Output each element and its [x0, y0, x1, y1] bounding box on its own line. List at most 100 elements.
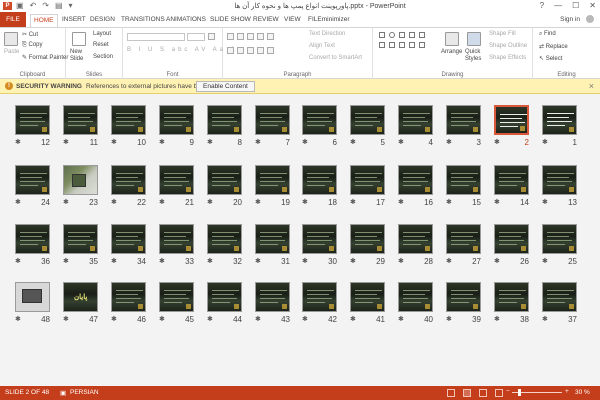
slideshow-view-icon[interactable]: [495, 389, 503, 397]
section-button[interactable]: Section: [93, 54, 113, 60]
slide-preview[interactable]: [207, 282, 242, 312]
slide-preview[interactable]: [398, 165, 433, 195]
slide-preview[interactable]: [207, 165, 242, 195]
slide-thumbnail-43[interactable]: ✱ 43: [255, 282, 290, 324]
transition-star-icon[interactable]: ✱: [159, 138, 165, 146]
maximize-button[interactable]: ☐: [572, 1, 579, 10]
slide-preview[interactable]: [542, 165, 577, 195]
new-slide-icon[interactable]: [72, 32, 86, 46]
transition-star-icon[interactable]: ✱: [159, 198, 165, 206]
align-text-button[interactable]: Align Text: [309, 43, 335, 49]
slide-preview[interactable]: [542, 282, 577, 312]
slide-thumbnail-2[interactable]: ✱ 2: [494, 105, 529, 147]
transition-star-icon[interactable]: ✱: [446, 315, 452, 323]
slide-preview[interactable]: [398, 282, 433, 312]
slide-thumbnail-21[interactable]: ✱ 21: [159, 165, 194, 207]
transition-star-icon[interactable]: ✱: [159, 315, 165, 323]
slide-preview[interactable]: [302, 224, 337, 254]
slide-preview[interactable]: [63, 165, 98, 195]
zoom-level[interactable]: 30 %: [575, 389, 590, 396]
transition-star-icon[interactable]: ✱: [159, 257, 165, 265]
slide-thumbnail-12[interactable]: ✱ 12: [15, 105, 50, 147]
convert-smartart-button[interactable]: Convert to SmartArt: [309, 55, 362, 61]
save-icon[interactable]: ▣: [16, 1, 24, 10]
grow-font-icon[interactable]: [208, 33, 215, 40]
align-right-icon[interactable]: [247, 47, 254, 54]
close-icon[interactable]: ×: [589, 81, 594, 91]
transition-star-icon[interactable]: ✱: [15, 198, 21, 206]
slide-preview[interactable]: [111, 105, 146, 135]
transition-star-icon[interactable]: ✱: [398, 198, 404, 206]
transition-star-icon[interactable]: ✱: [542, 198, 548, 206]
slide-thumbnail-22[interactable]: ✱ 22: [111, 165, 146, 207]
tab-fileminimizer[interactable]: FILEminimizer: [308, 14, 350, 27]
tab-insert[interactable]: INSERT: [62, 14, 86, 27]
transition-star-icon[interactable]: ✱: [255, 198, 261, 206]
slide-preview[interactable]: [207, 105, 242, 135]
zoom-out-button[interactable]: −: [506, 388, 510, 395]
character-spacing-button[interactable]: AV: [195, 47, 209, 53]
slide-preview[interactable]: [542, 105, 577, 135]
align-left-icon[interactable]: [227, 47, 234, 54]
slide-preview[interactable]: [302, 165, 337, 195]
slide-preview[interactable]: [111, 224, 146, 254]
transition-star-icon[interactable]: ✱: [255, 138, 261, 146]
transition-star-icon[interactable]: ✱: [446, 198, 452, 206]
slide-thumbnail-6[interactable]: ✱ 6: [302, 105, 337, 147]
slide-thumbnail-30[interactable]: ✱ 30: [302, 224, 337, 266]
tab-file[interactable]: FILE: [0, 12, 26, 27]
slide-thumbnail-16[interactable]: ✱ 16: [398, 165, 433, 207]
slide-preview[interactable]: [398, 105, 433, 135]
tab-animations[interactable]: ANIMATIONS: [166, 14, 206, 27]
slide-preview[interactable]: [111, 282, 146, 312]
slide-thumbnail-39[interactable]: ✱ 39: [446, 282, 481, 324]
transition-star-icon[interactable]: ✱: [302, 198, 308, 206]
slide-thumbnail-35[interactable]: ✱ 35: [63, 224, 98, 266]
textbox-shape-icon[interactable]: [419, 32, 425, 38]
slide-thumbnail-27[interactable]: ✱ 27: [446, 224, 481, 266]
bullets-icon[interactable]: [227, 33, 234, 40]
transition-star-icon[interactable]: ✱: [398, 315, 404, 323]
slide-thumbnail-7[interactable]: ✱ 7: [255, 105, 290, 147]
brace-shape-icon[interactable]: [399, 42, 405, 48]
transition-star-icon[interactable]: ✱: [15, 257, 21, 265]
slide-thumbnail-24[interactable]: ✱ 24: [15, 165, 50, 207]
slide-sorter-view-icon[interactable]: [463, 389, 471, 397]
redo-icon[interactable]: ↷: [42, 1, 49, 10]
paste-icon[interactable]: [4, 32, 18, 46]
slide-preview[interactable]: [63, 105, 98, 135]
slide-thumbnail-5[interactable]: ✱ 5: [350, 105, 385, 147]
shape-outline-button[interactable]: Shape Outline: [489, 43, 527, 49]
transition-star-icon[interactable]: ✱: [446, 257, 452, 265]
slide-preview[interactable]: [15, 224, 50, 254]
line-shape-icon[interactable]: [399, 32, 405, 38]
slide-thumbnail-18[interactable]: ✱ 18: [302, 165, 337, 207]
slide-thumbnail-33[interactable]: ✱ 33: [159, 224, 194, 266]
close-button[interactable]: ✕: [589, 1, 596, 10]
transition-star-icon[interactable]: ✱: [111, 138, 117, 146]
slide-thumbnail-25[interactable]: ✱ 25: [542, 224, 577, 266]
zoom-slider-thumb[interactable]: [518, 389, 521, 396]
transition-star-icon[interactable]: ✱: [494, 315, 500, 323]
arrow-shape-icon[interactable]: [409, 32, 415, 38]
transition-star-icon[interactable]: ✱: [302, 315, 308, 323]
slide-thumbnail-34[interactable]: ✱ 34: [111, 224, 146, 266]
slide-preview[interactable]: [494, 165, 529, 195]
reset-button[interactable]: Reset: [93, 42, 109, 48]
bold-button[interactable]: B: [127, 47, 134, 53]
slide-preview[interactable]: [15, 282, 50, 312]
slide-thumbnail-28[interactable]: ✱ 28: [398, 224, 433, 266]
help-button[interactable]: ?: [540, 1, 544, 10]
transition-star-icon[interactable]: ✱: [255, 257, 261, 265]
more-shapes-icon[interactable]: [419, 42, 425, 48]
transition-star-icon[interactable]: ✱: [398, 138, 404, 146]
quick-styles-icon[interactable]: [467, 32, 481, 46]
transition-star-icon[interactable]: ✱: [350, 315, 356, 323]
transition-star-icon[interactable]: ✱: [494, 257, 500, 265]
triangle-shape-icon[interactable]: [379, 42, 385, 48]
layout-button[interactable]: Layout: [93, 31, 111, 37]
font-size-combo[interactable]: [187, 33, 205, 41]
increase-indent-icon[interactable]: [257, 33, 264, 40]
slide-preview[interactable]: [159, 282, 194, 312]
tab-view[interactable]: VIEW: [284, 14, 301, 27]
